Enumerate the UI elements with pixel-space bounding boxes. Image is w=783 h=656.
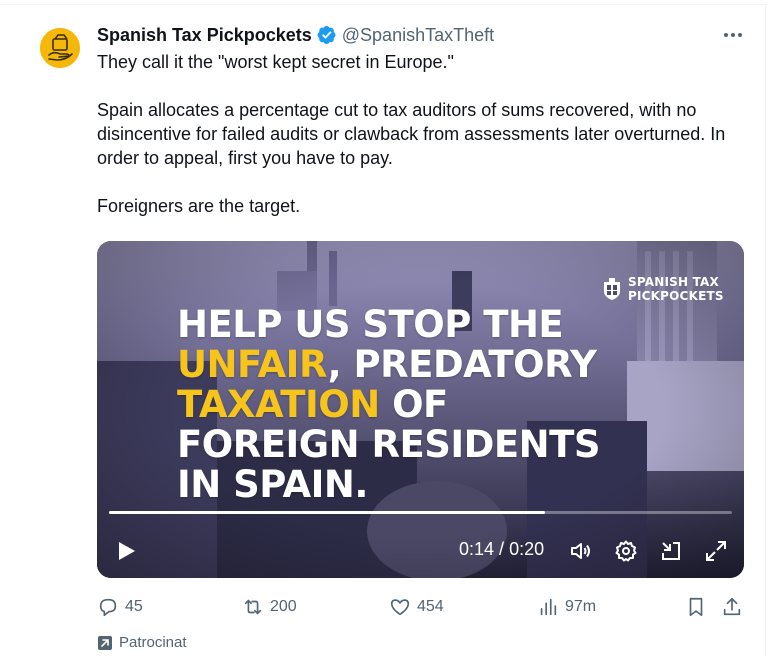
display-name[interactable]: Spanish Tax Pickpockets xyxy=(97,25,312,46)
view-count: 97m xyxy=(565,598,597,615)
avatar[interactable] xyxy=(40,28,80,68)
more-options-icon[interactable] xyxy=(720,24,746,46)
time-separator: / xyxy=(494,539,510,559)
tweet-paragraph: Foreigners are the target. xyxy=(97,196,301,216)
share-button[interactable] xyxy=(721,596,743,618)
fullscreen-icon[interactable] xyxy=(704,539,728,563)
reply-button[interactable]: 45 xyxy=(97,596,143,618)
video-progress-bar[interactable] xyxy=(109,511,732,514)
video-player[interactable]: SPANISH TAX PICKPOCKETS HELP US STOP THE… xyxy=(97,241,744,578)
promoted-text: Patrocinat xyxy=(119,634,187,651)
like-button[interactable]: 454 xyxy=(389,596,444,618)
video-progress-fill xyxy=(109,511,546,514)
handle[interactable]: @SpanishTaxTheft xyxy=(342,25,494,46)
overlay-text: , PREDATORY xyxy=(327,343,597,386)
video-time: 0:14 / 0:20 xyxy=(459,539,544,560)
repost-count: 200 xyxy=(270,598,297,615)
minimize-player-icon[interactable] xyxy=(659,539,683,563)
card-border-right xyxy=(765,4,766,656)
tweet-header: Spanish Tax Pickpockets @SpanishTaxTheft xyxy=(97,24,494,46)
heart-icon xyxy=(390,599,410,616)
bookmark-button[interactable] xyxy=(685,596,707,618)
video-overlay-title: HELP US STOP THE UNFAIR, PREDATORY TAXATIO… xyxy=(177,305,637,505)
overlay-text: IN SPAIN. xyxy=(177,463,368,506)
overlay-title-line: UNFAIR, PREDATORY xyxy=(177,345,637,385)
brand-watermark: SPANISH TAX PICKPOCKETS xyxy=(601,275,724,303)
overlay-text: HELP US STOP THE xyxy=(177,303,564,346)
repost-icon xyxy=(244,599,262,615)
overlay-title-line: IN SPAIN. xyxy=(177,465,637,505)
coat-of-arms-icon xyxy=(604,278,620,300)
like-count: 454 xyxy=(417,598,444,615)
overlay-title-line: HELP US STOP THE xyxy=(177,305,637,345)
promoted-label: Patrocinat xyxy=(97,634,187,651)
tweet-paragraph: Spain allocates a percentage cut to tax … xyxy=(97,100,726,168)
reply-icon xyxy=(99,598,117,617)
current-time: 0:14 xyxy=(459,539,495,559)
overlay-highlight-word: TAXATION xyxy=(177,383,380,426)
brand-line: SPANISH TAX xyxy=(628,275,719,289)
tweet-text: They call it the "worst kept secret in E… xyxy=(97,50,757,218)
repost-button[interactable]: 200 xyxy=(242,596,297,618)
overlay-text: OF xyxy=(379,383,448,426)
views-chart-icon xyxy=(540,598,557,616)
tweet-actions: 45 200 454 97m xyxy=(97,596,747,618)
bookmark-icon xyxy=(689,597,703,617)
overlay-title-line: TAXATION OF xyxy=(177,385,637,425)
verified-badge-icon[interactable] xyxy=(317,25,337,45)
card-border xyxy=(0,4,766,5)
wallet-hand-icon xyxy=(40,28,80,68)
views-button[interactable]: 97m xyxy=(537,596,596,618)
overlay-highlight-word: UNFAIR xyxy=(177,343,328,386)
volume-icon[interactable] xyxy=(569,539,593,563)
play-icon[interactable] xyxy=(114,539,138,563)
share-icon xyxy=(723,597,741,616)
duration: 0:20 xyxy=(509,539,545,559)
brand-line: PICKPOCKETS xyxy=(628,289,724,303)
settings-gear-icon[interactable] xyxy=(614,539,638,563)
overlay-text: FOREIGN RESIDENTS xyxy=(177,423,601,466)
reply-count: 45 xyxy=(125,598,143,615)
tweet-paragraph: They call it the "worst kept secret in E… xyxy=(97,52,454,72)
promoted-arrow-icon xyxy=(98,635,112,650)
overlay-title-line: FOREIGN RESIDENTS xyxy=(177,425,637,465)
